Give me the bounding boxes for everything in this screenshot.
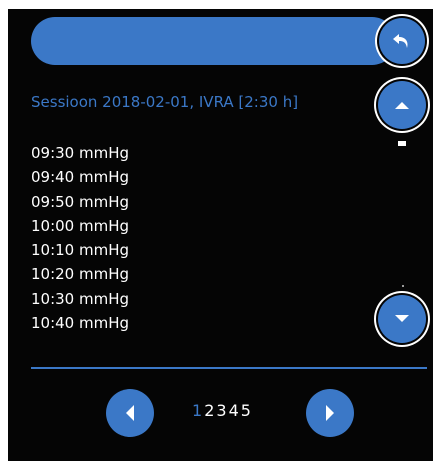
- chevron-down-icon: [395, 315, 409, 322]
- list-item[interactable]: 10:40 mmHg: [31, 311, 129, 335]
- list-item[interactable]: 10:00 mmHg: [31, 214, 129, 238]
- scrollbar-thumb[interactable]: [398, 141, 406, 146]
- list-item[interactable]: 09:50 mmHg: [31, 190, 129, 214]
- list-item[interactable]: 10:30 mmHg: [31, 287, 129, 311]
- next-page-button[interactable]: [306, 389, 354, 437]
- list-item[interactable]: 09:30 mmHg: [31, 141, 129, 165]
- page-link-4[interactable]: 4: [229, 401, 239, 420]
- pagination: 1 2 3 4 5: [192, 401, 253, 420]
- page-link-1[interactable]: 1: [192, 401, 202, 420]
- previous-page-button[interactable]: [106, 389, 154, 437]
- page-link-2[interactable]: 2: [204, 401, 214, 420]
- divider: [31, 367, 427, 369]
- back-button[interactable]: [379, 18, 425, 64]
- page-link-3[interactable]: 3: [216, 401, 226, 420]
- triangle-left-icon: [126, 405, 134, 421]
- scroll-down-button[interactable]: [378, 295, 426, 343]
- header-bar: [31, 17, 396, 65]
- undo-arrow-icon: [393, 34, 408, 48]
- session-title: Sessioon 2018-02-01, IVRA [2:30 h]: [31, 93, 299, 111]
- list-item[interactable]: 09:40 mmHg: [31, 165, 129, 189]
- list-item[interactable]: 10:10 mmHg: [31, 238, 129, 262]
- reading-list: 09:30 mmHg 09:40 mmHg 09:50 mmHg 10:00 m…: [31, 141, 129, 335]
- chevron-up-icon: [395, 102, 409, 109]
- triangle-right-icon: [326, 405, 334, 421]
- page-link-5[interactable]: 5: [241, 401, 251, 420]
- list-item[interactable]: 10:20 mmHg: [31, 262, 129, 286]
- scrollbar-track-marker: [402, 285, 404, 287]
- scroll-up-button[interactable]: [378, 81, 426, 129]
